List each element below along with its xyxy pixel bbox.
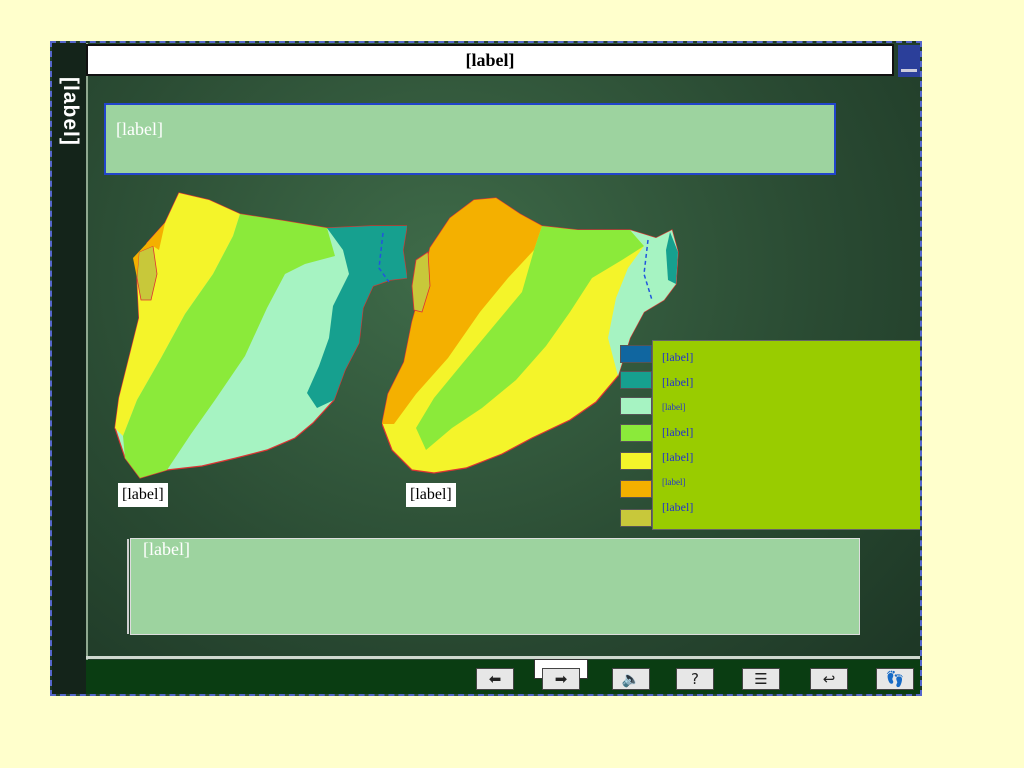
- headline-text: [label]: [116, 119, 163, 139]
- menu-button[interactable]: ☰: [742, 668, 780, 690]
- legend-swatch-3: [620, 397, 652, 415]
- legend-swatch-6: [620, 480, 652, 498]
- note-text: [label]: [143, 539, 190, 559]
- back-button[interactable]: ⬅: [476, 668, 514, 690]
- legend-item-5: [label]: [662, 450, 694, 464]
- footer-divider: [86, 656, 920, 659]
- legend-swatch-5: [620, 452, 652, 470]
- sound-button[interactable]: 🔈: [612, 668, 650, 690]
- sidebar: [label]: [52, 43, 88, 694]
- legend-item-7: [label]: [662, 500, 694, 514]
- slide-title: [label]: [86, 44, 894, 76]
- corner-tab: [898, 45, 920, 77]
- legend-item-2: [label]: [662, 375, 694, 389]
- slide-frame: [label] [label] [label] [label] [label] …: [50, 41, 922, 696]
- humid-period-map: [114, 192, 407, 479]
- legend: [label] [label] [label] [label] [label] …: [652, 340, 920, 530]
- return-button[interactable]: ↩: [810, 668, 848, 690]
- humid-period-caption: [label]: [118, 483, 168, 507]
- legend-swatch-4: [620, 424, 652, 442]
- legend-item-1: [label]: [662, 350, 694, 364]
- menu-icon: ☰: [754, 670, 768, 688]
- sidebar-title: [label]: [59, 77, 82, 146]
- footprint-button[interactable]: 👣: [876, 668, 914, 690]
- help-button[interactable]: ?: [676, 668, 714, 690]
- legend-item-3: [label]: [662, 402, 686, 412]
- legend-item-4: [label]: [662, 425, 694, 439]
- return-icon: ↩: [822, 670, 836, 688]
- legend-item-6: [label]: [662, 477, 686, 487]
- forward-arrow-icon: ➡: [554, 670, 568, 688]
- legend-swatch-2: [620, 371, 652, 389]
- footprint-icon: 👣: [885, 670, 905, 688]
- legend-swatch-7: [620, 509, 652, 527]
- speaker-icon: 🔈: [621, 670, 641, 688]
- arid-period-caption: [label]: [406, 483, 456, 507]
- headline-box: [label]: [104, 103, 836, 175]
- note-box: [label]: [127, 538, 860, 635]
- forward-button[interactable]: ➡: [542, 668, 580, 690]
- legend-swatch-1: [620, 345, 652, 363]
- back-arrow-icon: ⬅: [488, 670, 502, 688]
- question-icon: ?: [691, 670, 699, 688]
